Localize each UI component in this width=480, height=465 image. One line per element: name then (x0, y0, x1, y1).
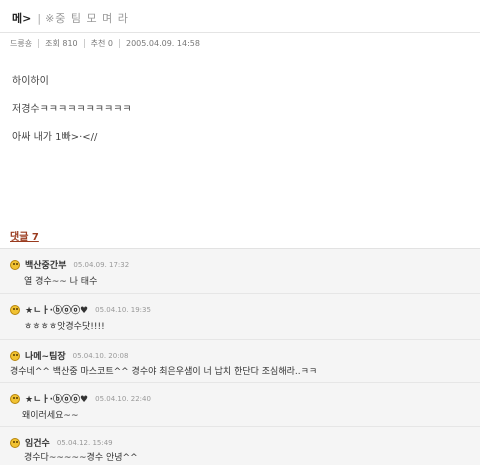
comment-item: 임건수 05.04.12. 15:49 경수다~~~~~경수 안녕^^ (0, 427, 480, 465)
recommend-count: 추천 0 (90, 39, 113, 48)
post-meta: 드릉숑 조회 810 추천 0 2005.04.09. 14:58 (10, 38, 200, 49)
comment-author[interactable]: 백산중간부 (25, 258, 66, 271)
comment-item: 나메~팀장 05.04.10. 20:08 경수네^^ 백산중 마스코트^^ 경… (0, 340, 480, 383)
comment-date: 05.04.10. 19:35 (95, 305, 151, 314)
avatar-icon (10, 304, 20, 315)
post-title-text: ※중 팀 모 며 라 (45, 12, 129, 25)
comment-text: 왜이러세요~~ (22, 411, 79, 421)
comment-count-link[interactable]: 댓글 7 (10, 228, 39, 243)
post-title-tag: 메> (12, 12, 32, 25)
comment-text: 열 경수~~ 나 태수 (24, 277, 98, 287)
post-author[interactable]: 드릉숑 (10, 38, 32, 49)
meta-divider (38, 39, 40, 48)
comment-list: 백산중간부 05.04.09. 17:32 열 경수~~ 나 태수 ★ㄴㅏ·ⓑⓞ… (0, 248, 480, 465)
comment-author[interactable]: 임건수 (25, 436, 50, 449)
title-separator: | (37, 12, 42, 25)
comment-date: 05.04.09. 17:32 (73, 260, 130, 269)
comment-date: 05.04.10. 22:40 (95, 394, 151, 403)
comment-item: 백산중간부 05.04.09. 17:32 열 경수~~ 나 태수 (0, 249, 480, 294)
comment-date: 05.04.12. 15:49 (56, 438, 113, 447)
comment-author[interactable]: 나메~팀장 (25, 349, 66, 362)
post-header: 메> | ※중 팀 모 며 라 (0, 0, 480, 33)
comment-date: 05.04.10. 20:08 (72, 351, 129, 360)
comment-author[interactable]: ★ㄴㅏ·ⓑⓞⓞ♥ (25, 392, 88, 405)
post-title: 메> | ※중 팀 모 며 라 (12, 10, 129, 26)
view-count: 조회 810 (45, 39, 78, 48)
meta-divider (83, 39, 85, 48)
comment-text: ㅎㅎㅎㅎ앗경수닷!!!! (24, 322, 105, 332)
meta-divider (119, 39, 120, 48)
post-body-line: 저경수ㅋㅋㅋㅋㅋㅋㅋㅋㅋㅋ (12, 104, 132, 115)
comment-author[interactable]: ★ㄴㅏ·ⓑⓞⓞ♥ (25, 303, 88, 316)
post-body-line: 아싸 내가 1빠>·<// (12, 132, 98, 143)
avatar-icon (10, 259, 20, 270)
comment-text: 경수네^^ 백산중 마스코트^^ 경수야 최은우샘이 너 납치 한단다 조심해라… (10, 367, 318, 377)
comment-item: ★ㄴㅏ·ⓑⓞⓞ♥ 05.04.10. 22:40 왜이러세요~~ (0, 383, 480, 427)
comment-text: 경수다~~~~~경수 안녕^^ (24, 453, 138, 463)
post-datetime: 2005.04.09. 14:58 (126, 39, 200, 48)
avatar-icon (10, 350, 20, 361)
comment-item: ★ㄴㅏ·ⓑⓞⓞ♥ 05.04.10. 19:35 ㅎㅎㅎㅎ앗경수닷!!!! (0, 294, 480, 340)
post-body-line: 하이하이 (12, 76, 49, 87)
avatar-icon (10, 393, 20, 404)
avatar-icon (10, 437, 20, 448)
